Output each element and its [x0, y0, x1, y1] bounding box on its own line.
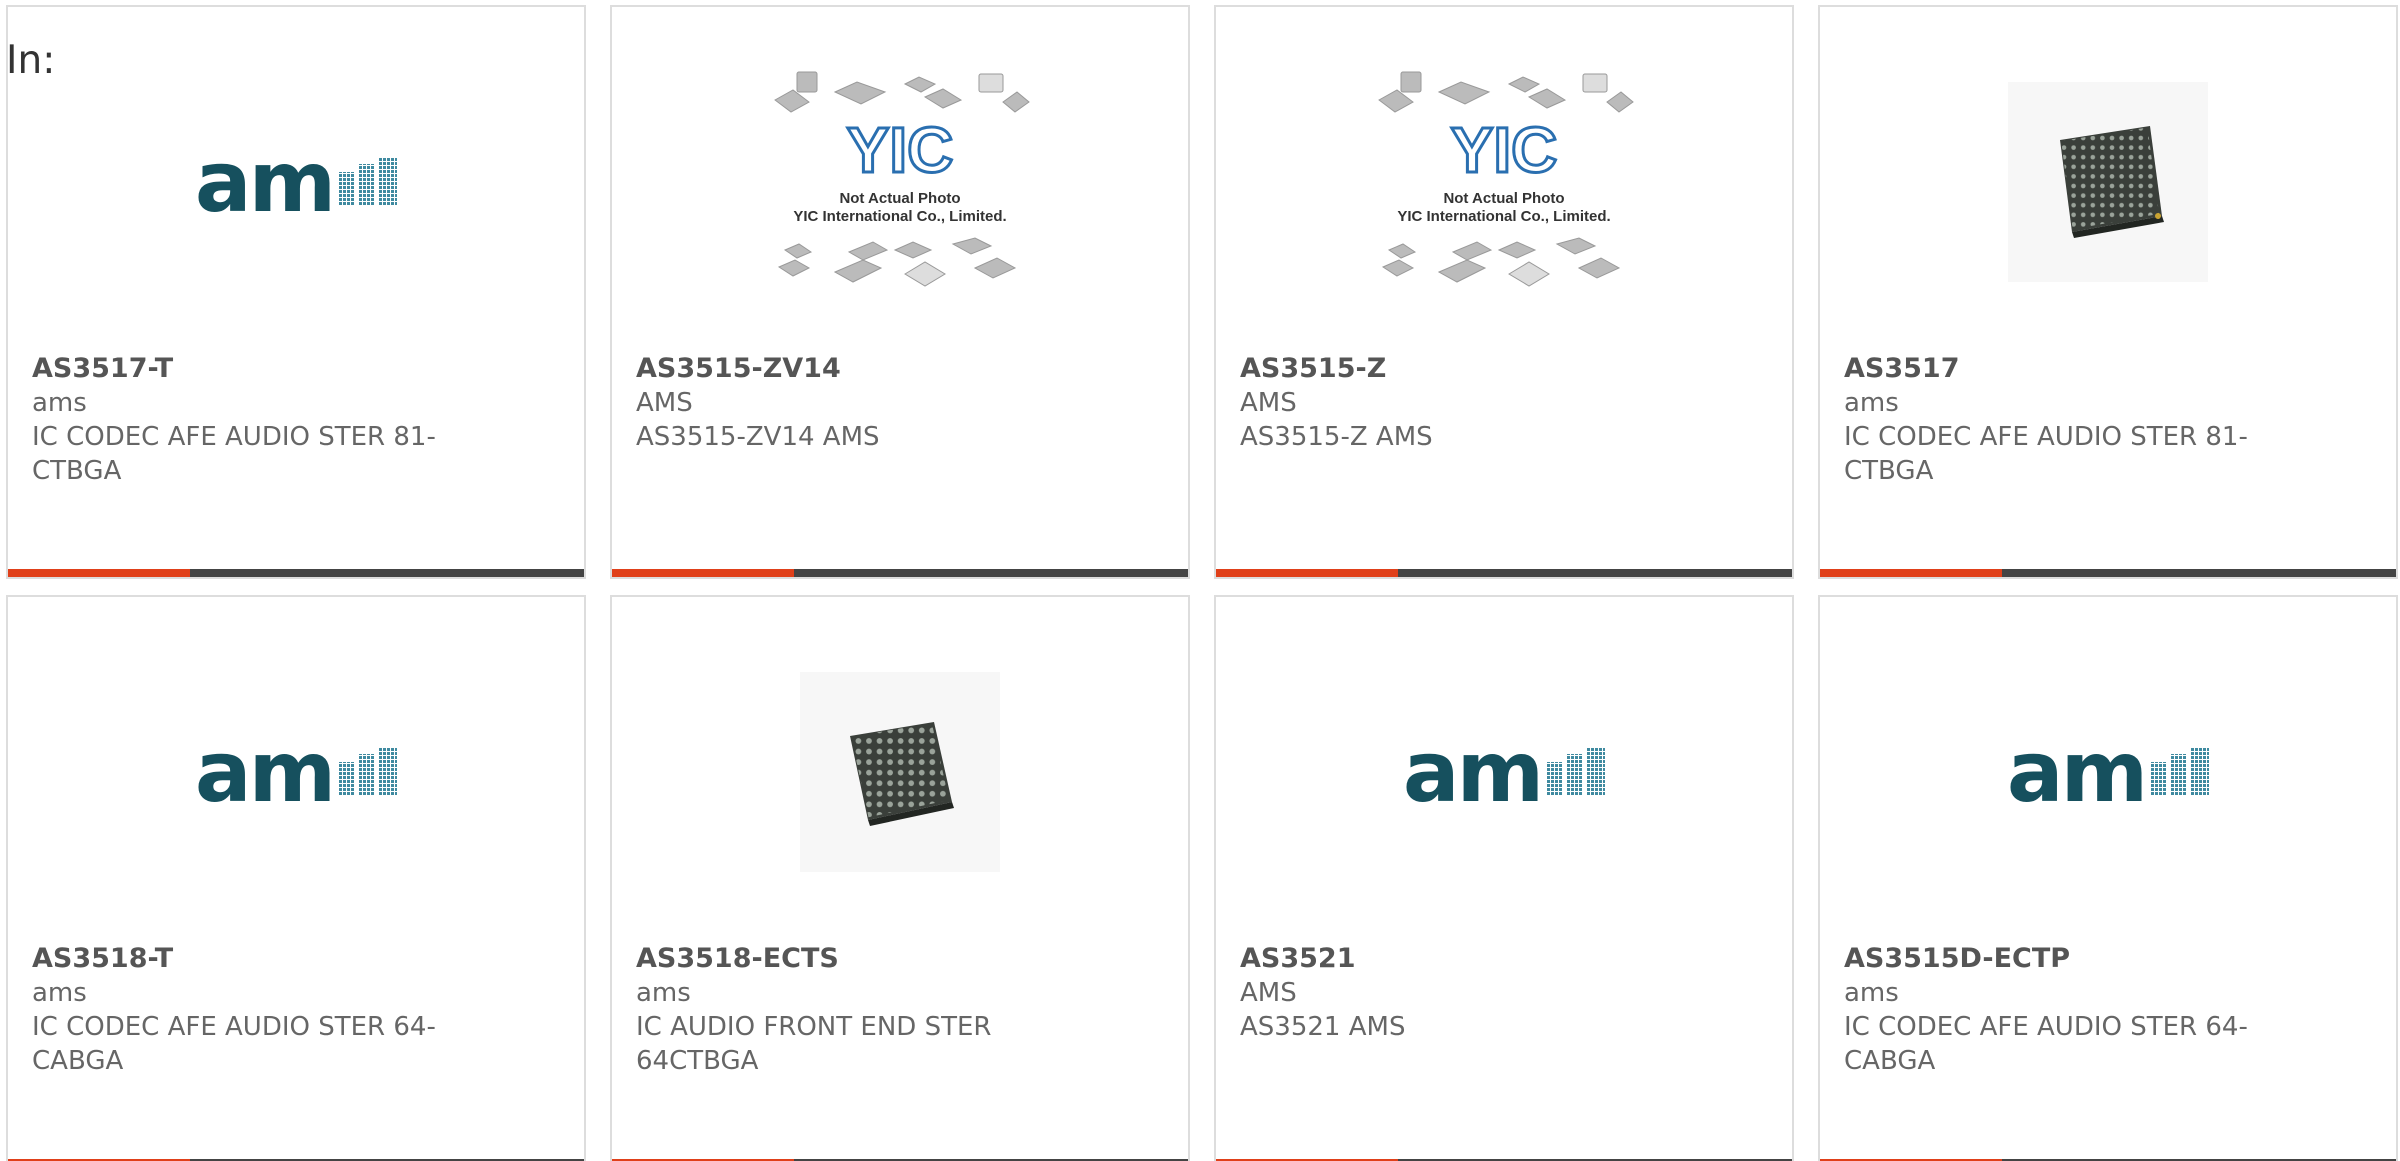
filter-label: In:: [6, 38, 56, 83]
description: AS3515-ZV14 AMS: [636, 422, 880, 452]
product-card[interactable]: YIC Not Actual Photo YIC International C…: [610, 5, 1190, 579]
product-image[interactable]: am: [8, 37, 584, 327]
manufacturer: AMS: [636, 388, 693, 418]
manufacturer: ams: [32, 388, 87, 418]
card-bottom-bar: [8, 569, 584, 577]
part-number-link[interactable]: AS3517: [1844, 352, 2284, 386]
manufacturer: ams: [1844, 388, 1899, 418]
product-image[interactable]: YIC Not Actual Photo YIC International C…: [612, 37, 1188, 327]
product-image[interactable]: am: [1216, 627, 1792, 917]
description: IC CODEC AFE AUDIO STER 81-CTBGA: [32, 422, 436, 486]
product-text: AS3521 AMS AS3521 AMS: [1240, 942, 1680, 1044]
product-card[interactable]: YIC Not Actual Photo YIC International C…: [1214, 5, 1794, 579]
card-bottom-bar: [1216, 569, 1792, 577]
manufacturer: AMS: [1240, 978, 1297, 1008]
yic-placeholder-icon: YIC Not Actual Photo YIC International C…: [1369, 62, 1639, 302]
product-text: AS3517-T ams IC CODEC AFE AUDIO STER 81-…: [32, 352, 472, 488]
ams-logo-icon: am: [1403, 730, 1606, 814]
product-card[interactable]: AS3518-ECTS ams IC AUDIO FRONT END STER …: [610, 595, 1190, 1161]
yic-placeholder-icon: YIC Not Actual Photo YIC International C…: [765, 62, 1035, 302]
product-text: AS3515D-ECTP ams IC CODEC AFE AUDIO STER…: [1844, 942, 2284, 1078]
part-number-link[interactable]: AS3515-Z: [1240, 352, 1680, 386]
description: AS3515-Z AMS: [1240, 422, 1433, 452]
product-card[interactable]: am AS3517-T ams IC CODEC AFE AUDIO STER …: [6, 5, 586, 579]
part-number-link[interactable]: AS3517-T: [32, 352, 472, 386]
product-text: AS3517 ams IC CODEC AFE AUDIO STER 81-CT…: [1844, 352, 2284, 488]
svg-text:YIC: YIC: [847, 114, 954, 186]
bga-chip-icon: [2008, 82, 2208, 282]
product-image[interactable]: [1820, 37, 2396, 327]
product-card[interactable]: am AS3521 AMS AS3521 AMS: [1214, 595, 1794, 1161]
part-number-link[interactable]: AS3518-T: [32, 942, 472, 976]
ams-logo-icon: am: [2007, 730, 2210, 814]
manufacturer: ams: [32, 978, 87, 1008]
product-card[interactable]: am AS3518-T ams IC CODEC AFE AUDIO STER …: [6, 595, 586, 1161]
card-bottom-bar: [1820, 569, 2396, 577]
manufacturer: ams: [636, 978, 691, 1008]
ams-logo-icon: am: [195, 140, 398, 224]
product-text: AS3515-Z AMS AS3515-Z AMS: [1240, 352, 1680, 454]
product-text: AS3518-ECTS ams IC AUDIO FRONT END STER …: [636, 942, 1076, 1078]
page: In: am AS3517-T ams IC CODEC AFE AUDIO S…: [0, 0, 2400, 1161]
description: IC CODEC AFE AUDIO STER 64-CABGA: [32, 1012, 436, 1076]
part-number-link[interactable]: AS3515-ZV14: [636, 352, 1076, 386]
card-bottom-bar: [612, 569, 1188, 577]
bga-chip-icon: [800, 672, 1000, 872]
part-number-link[interactable]: AS3521: [1240, 942, 1680, 976]
part-number-link[interactable]: AS3515D-ECTP: [1844, 942, 2284, 976]
description: AS3521 AMS: [1240, 1012, 1406, 1042]
part-number-link[interactable]: AS3518-ECTS: [636, 942, 1076, 976]
manufacturer: ams: [1844, 978, 1899, 1008]
description: IC CODEC AFE AUDIO STER 81-CTBGA: [1844, 422, 2248, 486]
product-card[interactable]: am AS3515D-ECTP ams IC CODEC AFE AUDIO S…: [1818, 595, 2398, 1161]
product-image[interactable]: am: [1820, 627, 2396, 917]
description: IC AUDIO FRONT END STER 64CTBGA: [636, 1012, 992, 1076]
product-card[interactable]: AS3517 ams IC CODEC AFE AUDIO STER 81-CT…: [1818, 5, 2398, 579]
product-image[interactable]: YIC Not Actual Photo YIC International C…: [1216, 37, 1792, 327]
product-grid: am AS3517-T ams IC CODEC AFE AUDIO STER …: [0, 0, 2400, 1161]
manufacturer: AMS: [1240, 388, 1297, 418]
product-image[interactable]: am: [8, 627, 584, 917]
description: IC CODEC AFE AUDIO STER 64-CABGA: [1844, 1012, 2248, 1076]
product-image[interactable]: [612, 627, 1188, 917]
product-text: AS3518-T ams IC CODEC AFE AUDIO STER 64-…: [32, 942, 472, 1078]
svg-text:YIC: YIC: [1451, 114, 1558, 186]
product-text: AS3515-ZV14 AMS AS3515-ZV14 AMS: [636, 352, 1076, 454]
ams-logo-icon: am: [195, 730, 398, 814]
